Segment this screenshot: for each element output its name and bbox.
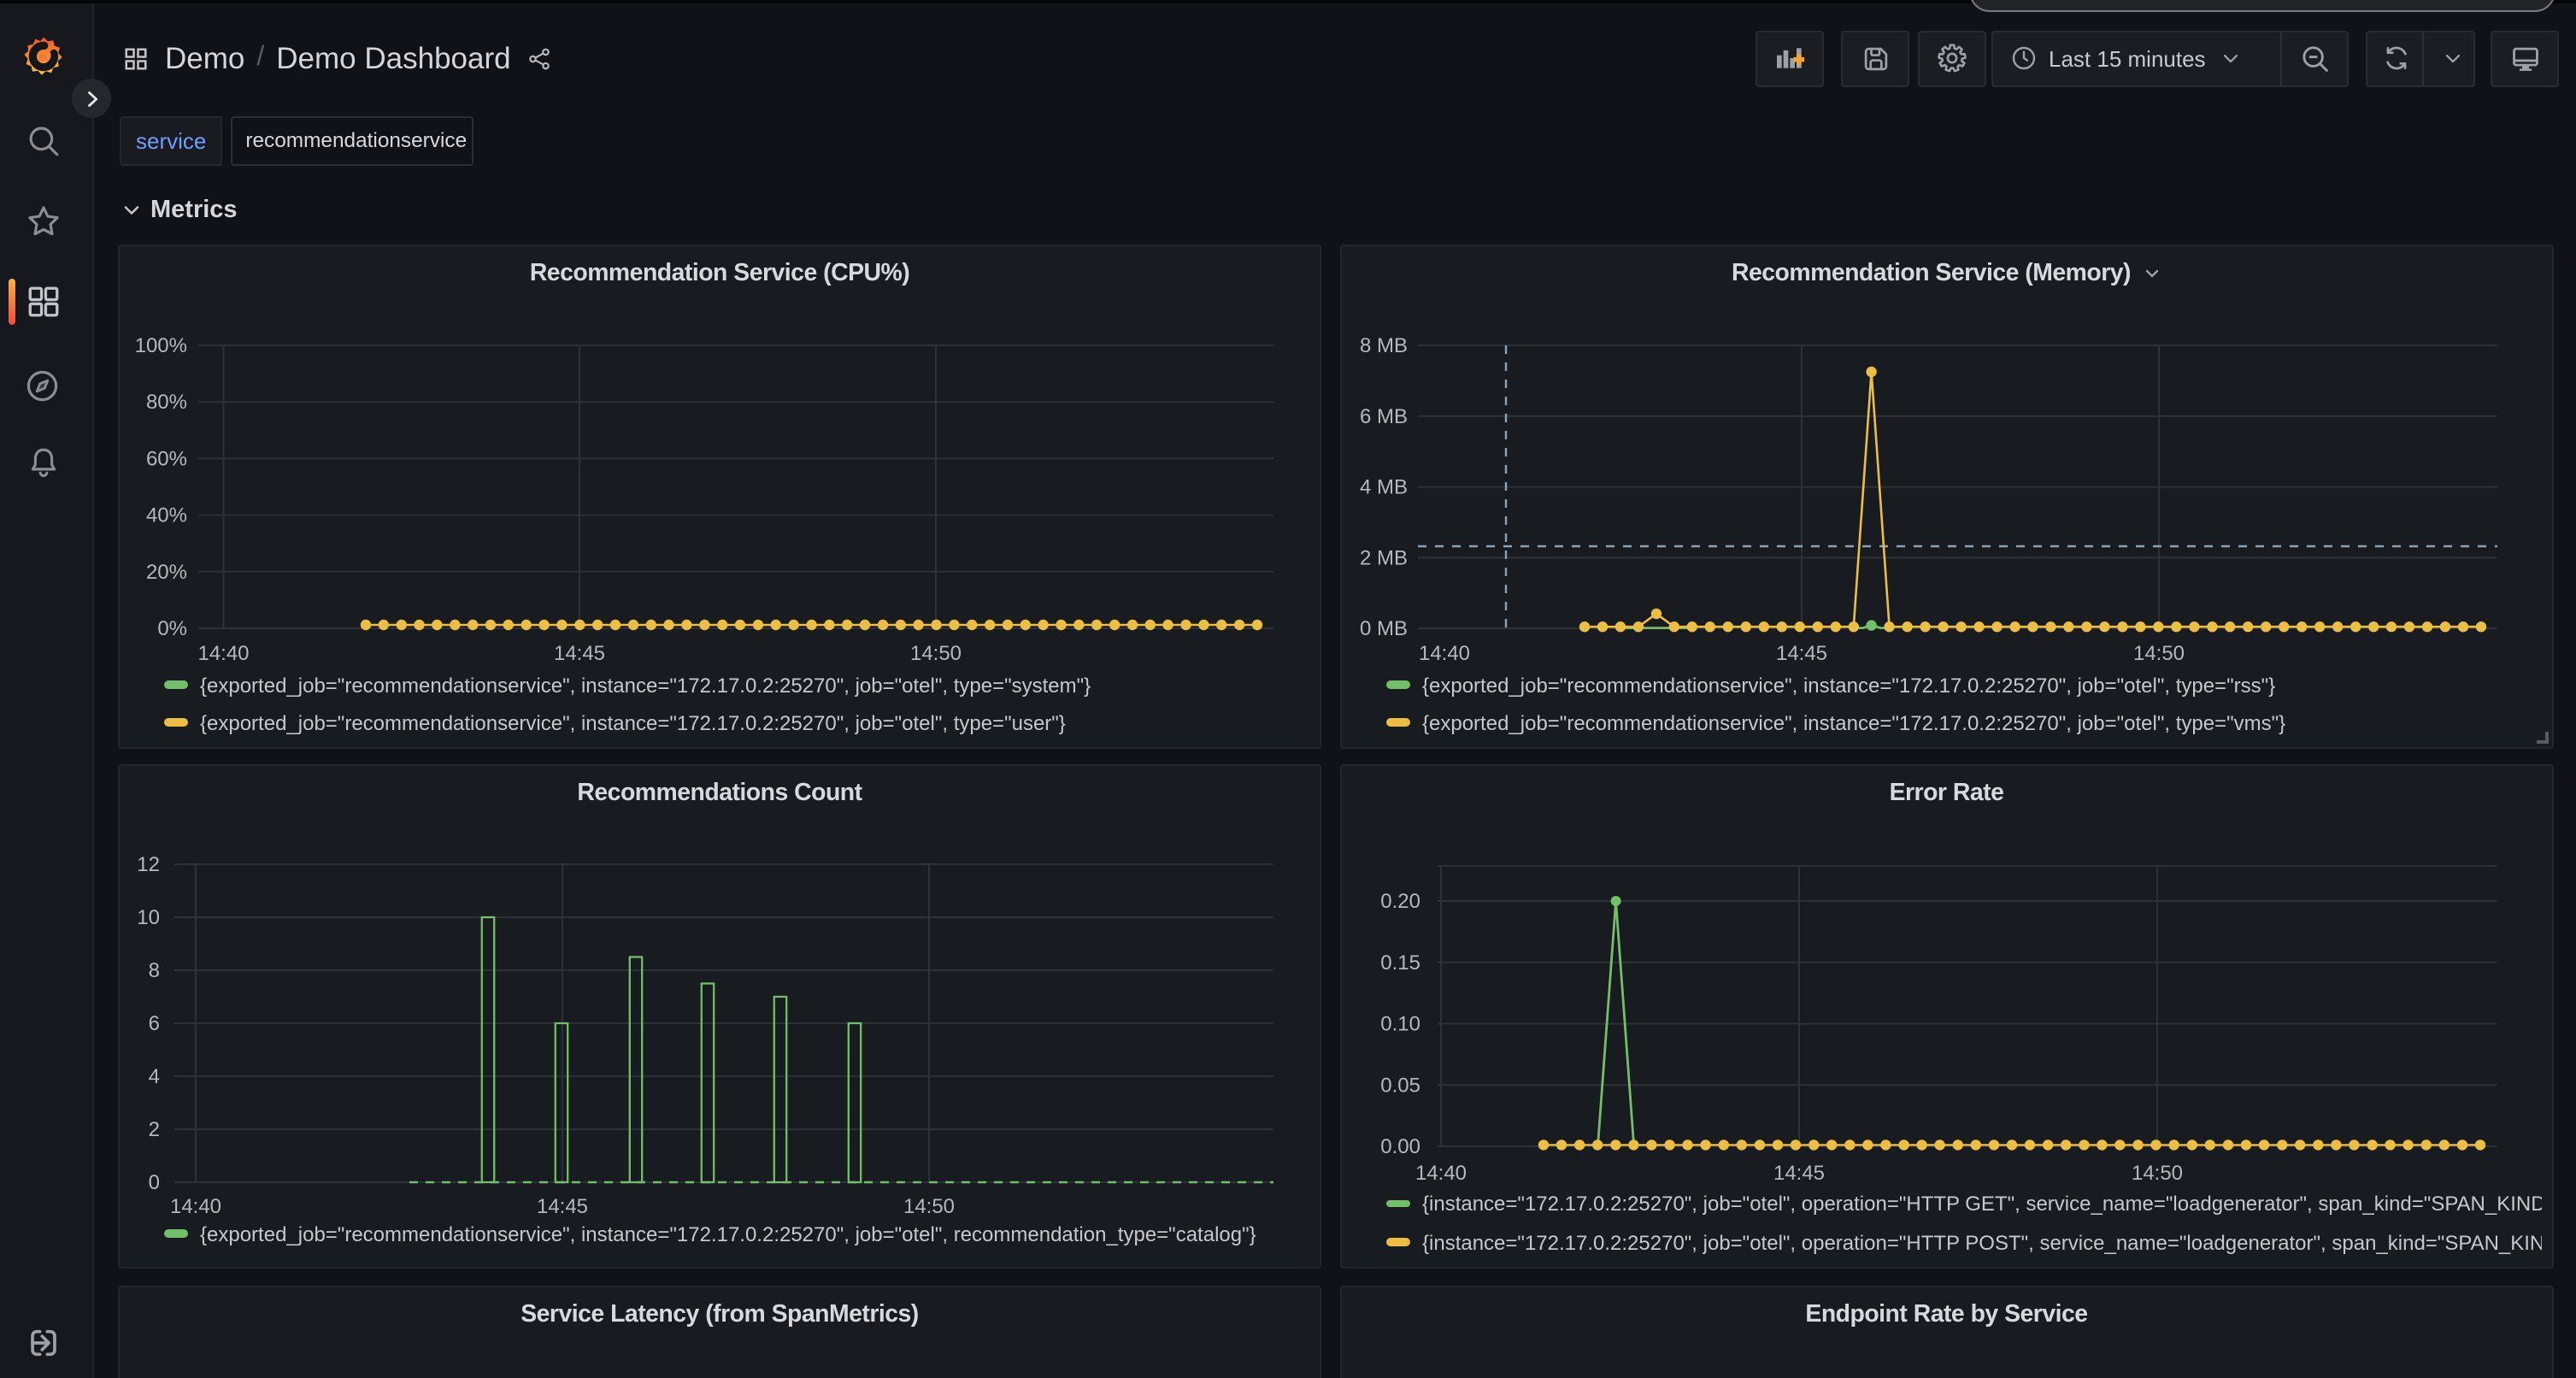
svg-text:14:45: 14:45	[1773, 1162, 1825, 1185]
svg-text:2: 2	[149, 1118, 160, 1141]
svg-text:0.05: 0.05	[1380, 1074, 1420, 1097]
svg-text:6 MB: 6 MB	[1360, 405, 1408, 428]
svg-text:0.20: 0.20	[1380, 890, 1420, 913]
svg-text:60%: 60%	[146, 447, 187, 470]
svg-text:4: 4	[149, 1065, 160, 1088]
svg-text:0 MB: 0 MB	[1360, 617, 1408, 640]
svg-text:6: 6	[149, 1012, 160, 1035]
svg-text:14:40: 14:40	[170, 1195, 221, 1218]
svg-text:14:50: 14:50	[910, 642, 962, 665]
svg-text:12: 12	[137, 853, 160, 876]
svg-text:0.15: 0.15	[1380, 951, 1420, 975]
svg-text:14:40: 14:40	[1419, 642, 1470, 665]
svg-text:0%: 0%	[157, 617, 187, 640]
svg-text:0.10: 0.10	[1380, 1013, 1420, 1036]
svg-text:80%: 80%	[146, 391, 187, 414]
svg-text:10: 10	[137, 906, 160, 929]
svg-text:100%: 100%	[135, 334, 187, 357]
svg-text:14:40: 14:40	[1415, 1162, 1467, 1185]
svg-text:14:50: 14:50	[903, 1195, 955, 1218]
svg-text:14:40: 14:40	[197, 642, 249, 665]
svg-text:2 MB: 2 MB	[1360, 546, 1408, 569]
svg-text:14:45: 14:45	[1776, 642, 1827, 665]
svg-text:0.00: 0.00	[1380, 1135, 1420, 1158]
svg-text:8: 8	[149, 959, 160, 982]
svg-text:14:45: 14:45	[554, 642, 605, 665]
svg-text:14:50: 14:50	[2132, 1162, 2183, 1185]
svg-text:4 MB: 4 MB	[1360, 476, 1408, 499]
svg-text:14:45: 14:45	[537, 1195, 588, 1218]
svg-text:40%: 40%	[146, 504, 187, 527]
svg-text:20%: 20%	[146, 561, 187, 584]
svg-text:8 MB: 8 MB	[1360, 334, 1408, 357]
svg-text:14:50: 14:50	[2133, 642, 2185, 665]
svg-text:0: 0	[149, 1171, 160, 1194]
